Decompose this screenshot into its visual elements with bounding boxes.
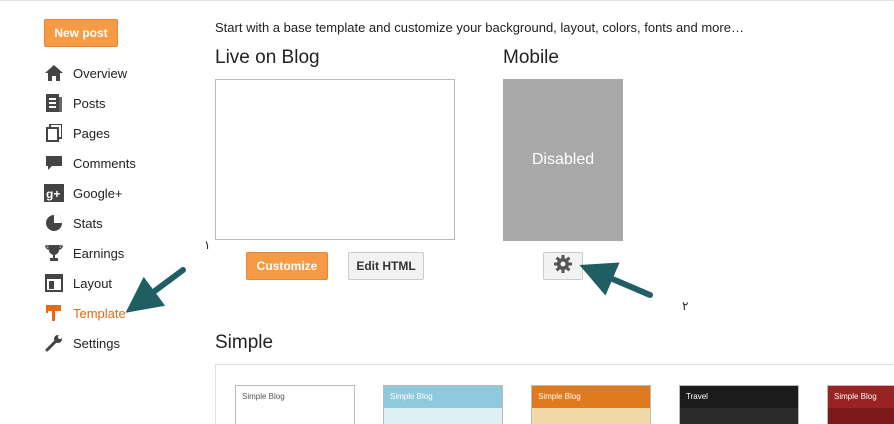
sidebar-item-label: Earnings <box>73 245 125 261</box>
mobile-status: Disabled <box>531 151 595 168</box>
sidebar-item-label: Template <box>73 305 126 321</box>
live-on-blog-heading: Live on Blog <box>215 47 320 68</box>
posts-icon <box>44 93 64 113</box>
sidebar-item-comments[interactable]: Comments <box>44 148 136 178</box>
thumbnail-title: Travel <box>686 392 708 401</box>
comments-icon <box>44 153 64 173</box>
intro-text: Start with a base template and customize… <box>215 20 744 35</box>
thumbnail-title: Simple Blog <box>390 392 433 401</box>
home-icon <box>44 63 64 83</box>
layout-icon <box>44 273 64 293</box>
sidebar-item-settings[interactable]: Settings <box>44 328 136 358</box>
pages-icon <box>44 123 64 143</box>
sidebar-item-label: Pages <box>73 125 110 141</box>
sidebar-item-pages[interactable]: Pages <box>44 118 136 148</box>
top-divider <box>0 0 894 1</box>
template-icon <box>44 303 64 323</box>
thumbnail-title: Simple Blog <box>242 392 285 401</box>
template-thumbnail[interactable]: Simple Blog <box>383 385 503 424</box>
sidebar-item-earnings[interactable]: Earnings <box>44 238 136 268</box>
sidebar-item-overview[interactable]: Overview <box>44 58 136 88</box>
customize-button[interactable]: Customize <box>246 252 328 280</box>
sidebar-item-stats[interactable]: Stats <box>44 208 136 238</box>
sidebar-item-posts[interactable]: Posts <box>44 88 136 118</box>
trophy-icon <box>44 243 64 263</box>
template-thumbnail[interactable]: Travel <box>679 385 799 424</box>
annotation-marker-2: ٢ <box>682 299 689 313</box>
arrow-to-template <box>125 267 186 313</box>
live-template-preview[interactable] <box>215 79 455 240</box>
sidebar-item-label: Posts <box>73 95 106 111</box>
template-gallery: Simple Blog Simple Blog Simple Blog Trav… <box>215 364 894 424</box>
mobile-heading: Mobile <box>503 47 559 68</box>
mobile-settings-button[interactable] <box>543 252 583 280</box>
sidebar-item-label: Stats <box>73 215 103 231</box>
sidebar-item-google-plus[interactable]: g+ Google+ <box>44 178 136 208</box>
mobile-template-preview: Disabled <box>503 79 623 241</box>
sidebar-item-label: Google+ <box>73 185 123 201</box>
edit-html-button[interactable]: Edit HTML <box>348 252 424 280</box>
sidebar-item-template[interactable]: Template <box>44 298 136 328</box>
sidebar-nav: Overview Posts Pages Comments g+ Google+… <box>44 58 136 358</box>
gear-icon <box>554 254 572 278</box>
thumbnail-title: Simple Blog <box>538 392 581 401</box>
sidebar-item-layout[interactable]: Layout <box>44 268 136 298</box>
sidebar-item-label: Settings <box>73 335 120 351</box>
template-thumbnail[interactable]: Simple Blog <box>827 385 894 424</box>
sidebar-item-label: Comments <box>73 155 136 171</box>
template-thumbnail[interactable]: Simple Blog <box>235 385 355 424</box>
new-post-button[interactable]: New post <box>44 19 118 47</box>
sidebar-item-label: Overview <box>73 65 128 81</box>
wrench-icon <box>44 333 64 353</box>
svg-text:g+: g+ <box>46 187 60 201</box>
google-plus-icon: g+ <box>44 183 64 203</box>
arrow-to-gear <box>579 262 653 298</box>
stats-icon <box>44 213 64 233</box>
thumbnail-title: Simple Blog <box>834 392 877 401</box>
template-thumbnail[interactable]: Simple Blog <box>531 385 651 424</box>
annotation-marker-1: ١ <box>204 238 211 252</box>
simple-heading: Simple <box>215 332 274 353</box>
sidebar-item-label: Layout <box>73 275 113 291</box>
